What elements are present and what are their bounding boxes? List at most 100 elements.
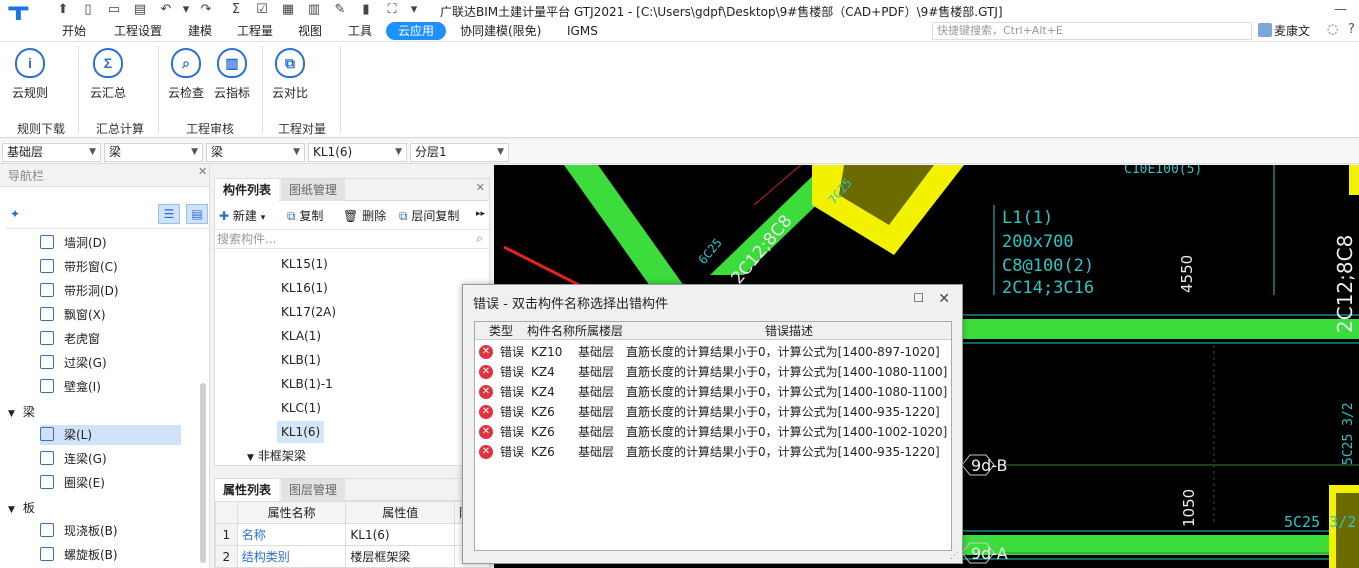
edit-quick-icon[interactable]: ✎	[332, 2, 348, 18]
row-component-name[interactable]: KZ4	[531, 382, 555, 402]
nav-item-dormer[interactable]: 老虎窗	[40, 329, 100, 349]
menu-igms[interactable]: IGMS	[567, 22, 598, 40]
floor-copy-button[interactable]: ⧉ 层间复制	[399, 207, 459, 224]
maximize-icon[interactable]: ☐	[913, 291, 924, 305]
redo-icon[interactable]: ↷	[198, 2, 214, 18]
layer-select[interactable]: 分层1 ▼	[410, 143, 509, 162]
nav-item-strip-hole[interactable]: 带形洞(D)	[40, 281, 119, 301]
close-icon[interactable]: ✕	[476, 181, 485, 194]
tab-drawing-management[interactable]: 图纸管理	[281, 179, 346, 201]
save-icon[interactable]: ▤	[132, 2, 148, 18]
nav-item-lintel[interactable]: 过梁(G)	[40, 353, 107, 373]
nav-group-beam[interactable]: ▼ 梁	[8, 403, 35, 420]
open-file-icon[interactable]: ⬆	[55, 2, 71, 18]
new-component-button[interactable]: ✚ 新建 ▾	[219, 207, 265, 224]
copy-component-button[interactable]: ⧉ 复制	[287, 207, 323, 224]
list-item[interactable]: KL15(1)	[277, 253, 332, 275]
close-icon[interactable]: ✕	[938, 291, 950, 307]
floor-select[interactable]: 基础层 ▼	[2, 143, 101, 162]
menu-start[interactable]: 开始	[62, 22, 86, 40]
cloud-rules-button[interactable]: i 云规则	[8, 48, 52, 101]
row-component-name[interactable]: KZ6	[531, 402, 555, 422]
menu-project-settings[interactable]: 工程设置	[114, 22, 162, 40]
tab-property-list[interactable]: 属性列表	[215, 479, 280, 501]
nav-group-slab[interactable]: ▼ 板	[8, 499, 35, 516]
check-quick-icon[interactable]: ☑	[254, 2, 270, 18]
table-row[interactable]: ✕ 错误 KZ10 基础层 直筋长度的计算结果小于0，计算公式为[1400-89…	[475, 342, 951, 362]
component-search-input[interactable]: 搜索构件...	[215, 229, 489, 249]
tab-layer-management[interactable]: 图层管理	[281, 479, 346, 501]
help-icon[interactable]: ?	[1348, 22, 1355, 37]
nav-item-cast-slab[interactable]: 现浇板(B)	[40, 521, 118, 541]
table-quick-icon[interactable]: ▥	[306, 2, 322, 18]
open-folder-icon[interactable]: ▭	[106, 2, 122, 18]
table-row[interactable]: 1 名称 KL1(6)	[215, 523, 491, 546]
row-component-name[interactable]: KZ6	[531, 442, 555, 462]
nav-item-coupling-beam[interactable]: 连梁(G)	[40, 449, 107, 469]
menu-quantities[interactable]: 工程量	[237, 22, 273, 40]
row-component-name[interactable]: KZ6	[531, 422, 555, 442]
list-item[interactable]: KL17(2A)	[277, 301, 340, 323]
list-item-selected[interactable]: KL1(6)	[277, 421, 325, 443]
list-item[interactable]: KLC(1)	[277, 397, 325, 419]
nav-scrollbar[interactable]	[200, 383, 206, 563]
list-item[interactable]: KLB(1)	[277, 349, 325, 371]
row-component-name[interactable]: KZ10	[531, 342, 562, 362]
cloud-check-button[interactable]: ⌕ 云检查	[164, 48, 208, 101]
header-type[interactable]: 类型	[489, 322, 529, 340]
component-select[interactable]: KL1(6) ▼	[308, 143, 407, 162]
cloud-compare-button[interactable]: ⧉ 云对比	[268, 48, 312, 101]
property-value[interactable]: 楼层框架梁	[345, 545, 456, 568]
more-icon[interactable]: ▸▸	[476, 209, 485, 219]
cloud-index-button[interactable]: ▥ 云指标	[210, 48, 254, 101]
minimize-icon[interactable]: —	[1334, 2, 1347, 17]
list-item[interactable]: KLB(1)-1	[277, 373, 337, 395]
grid-quick-icon[interactable]: ▦	[280, 2, 296, 18]
undo-dropdown-icon[interactable]: ▾	[178, 2, 194, 18]
cloud-quick-icon[interactable]: ⛶	[384, 2, 400, 18]
shortcut-search-input[interactable]: 快捷键搜索，Ctrl+Alt+E	[932, 22, 1252, 40]
menu-view[interactable]: 视图	[298, 22, 322, 40]
category-select[interactable]: 梁 ▼	[104, 143, 203, 162]
header-component-name[interactable]: 构件名称	[527, 322, 581, 340]
table-row[interactable]: ✕ 错误 KZ4 基础层 直筋长度的计算结果小于0，计算公式为[1400-108…	[475, 362, 951, 382]
customize-toolbar-icon[interactable]: ▾	[406, 2, 422, 18]
resize-grip-icon[interactable]: ⋰	[950, 551, 959, 561]
nav-item-beam[interactable]: 梁(L)	[40, 425, 181, 445]
menu-cloud-apps[interactable]: 云应用	[386, 22, 447, 40]
menu-tools[interactable]: 工具	[348, 22, 372, 40]
property-value[interactable]: KL1(6)	[345, 523, 456, 546]
pin-icon[interactable]: ✦	[10, 207, 20, 221]
row-component-name[interactable]: KZ4	[531, 362, 555, 382]
table-row[interactable]: 2 结构类别 楼层框架梁	[215, 545, 491, 568]
list-item[interactable]: KL16(1)	[277, 277, 332, 299]
header-floor[interactable]: 所属楼层	[575, 322, 629, 340]
new-file-icon[interactable]: ▯	[80, 2, 96, 18]
table-row[interactable]: ✕ 错误 KZ6 基础层 直筋长度的计算结果小于0，计算公式为[1400-100…	[475, 422, 951, 442]
list-view-icon[interactable]: ☰	[158, 204, 180, 224]
detail-view-icon[interactable]: ▤	[186, 204, 208, 224]
menu-collab-modeling[interactable]: 协同建模(限免)	[460, 22, 541, 40]
header-description[interactable]: 错误描述	[765, 322, 825, 340]
menu-modeling[interactable]: 建模	[188, 22, 212, 40]
film-quick-icon[interactable]: ▮	[358, 2, 374, 18]
delete-component-button[interactable]: 🗑 删除	[343, 207, 386, 224]
close-icon[interactable]: ✕	[198, 165, 207, 178]
nav-item-spiral-slab[interactable]: 螺旋板(B)	[40, 545, 118, 565]
nav-item-niche[interactable]: 壁龛(I)	[40, 377, 101, 397]
nav-item-ring-beam[interactable]: 圈梁(E)	[40, 473, 105, 493]
nav-item-strip-window[interactable]: 带形窗(C)	[40, 257, 118, 277]
tab-component-list[interactable]: 构件列表	[215, 179, 280, 201]
undo-icon[interactable]: ↶	[158, 2, 174, 18]
sum-quick-icon[interactable]: Σ	[228, 2, 244, 18]
user-account[interactable]: 麦康文	[1258, 22, 1310, 39]
table-row[interactable]: ✕ 错误 KZ6 基础层 直筋长度的计算结果小于0，计算公式为[1400-935…	[475, 402, 951, 422]
table-row[interactable]: ✕ 错误 KZ4 基础层 直筋长度的计算结果小于0，计算公式为[1400-108…	[475, 382, 951, 402]
table-row[interactable]: ✕ 错误 KZ6 基础层 直筋长度的计算结果小于0，计算公式为[1400-935…	[475, 442, 951, 462]
list-item[interactable]: KLA(1)	[277, 325, 325, 347]
type-select[interactable]: 梁 ▼	[206, 143, 305, 162]
chat-icon[interactable]: ◌	[1327, 22, 1338, 37]
nav-item-bay-window[interactable]: 飘窗(X)	[40, 305, 106, 325]
cloud-summary-button[interactable]: Σ 云汇总	[86, 48, 130, 101]
nav-item-wall-hole[interactable]: 墙洞(D)	[40, 233, 107, 253]
